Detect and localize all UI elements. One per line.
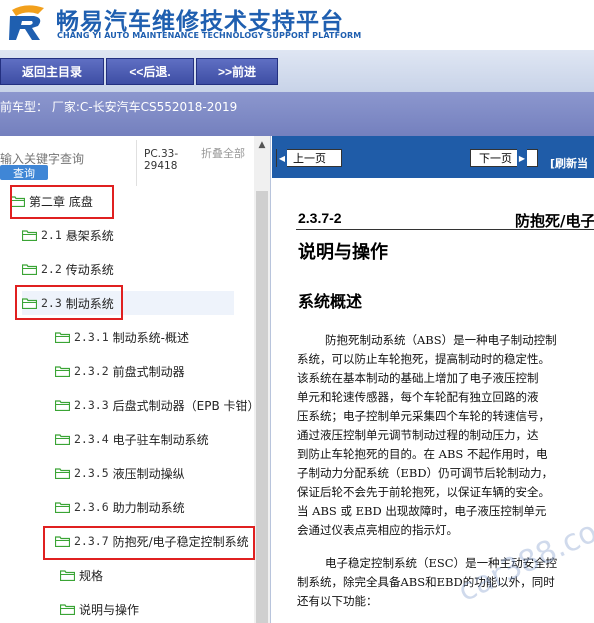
tree-item[interactable]: 2.3.5 液压制动操纵 — [55, 461, 185, 485]
tree-item-label: 规格 — [79, 568, 104, 583]
folder-icon — [22, 264, 37, 275]
right-panel: ◀ 上一页 下一页 ▶ [刷新当 2.3.7-2 防抱死/电子 说明与操作 系统… — [272, 136, 594, 623]
header-rule — [296, 229, 594, 230]
toolbar: 返回主目录 <<后退. >>前进 — [0, 50, 594, 92]
tree-item-label: 传动系统 — [65, 262, 114, 277]
tree-item[interactable]: 2.3.4 电子驻车制动系统 — [55, 427, 209, 451]
tree-item-number: 2.3.4 — [74, 432, 109, 446]
tree-item-number: 2.3 — [41, 296, 62, 310]
tree-item[interactable]: 2.3 制动系统 — [22, 291, 234, 315]
paragraph-line: 系统，可以防止车轮抱死，提高制动时的稳定性。 — [297, 352, 550, 366]
tree-scrollbar[interactable]: ▲ — [254, 136, 270, 623]
tree-item[interactable]: 2.3.6 助力制动系统 — [55, 495, 185, 519]
tree-item-label: 制动系统-概述 — [112, 330, 189, 345]
tree-item[interactable]: 2.3.1 制动系统-概述 — [55, 325, 189, 349]
paragraph-line: 当 ABS 或 EBD 出现故障时，电子液压控制单元 — [297, 504, 547, 518]
doc-heading: 说明与操作 — [298, 242, 388, 263]
tree-item-label: 前盘式制动器 — [112, 364, 185, 379]
tree-item[interactable]: 2.1 悬架系统 — [22, 223, 114, 247]
prev-page-button[interactable]: ◀ 上一页 — [276, 149, 342, 167]
paragraph-line: 电子稳定控制系统（ESC）是一种主动安全控 — [325, 556, 558, 570]
tree-item-number: 2.2 — [41, 262, 62, 276]
tree-item[interactable]: 2.2 传动系统 — [22, 257, 114, 281]
tree-item[interactable]: 第二章 底盘 — [10, 189, 93, 213]
folder-icon — [60, 570, 75, 581]
divider — [136, 140, 137, 186]
paragraph-line: 到防止车轮抱死的目的。在 ABS 不起作用时，电 — [297, 447, 548, 461]
paragraph-line: 通过液压控制单元调节制动过程的制动压力，达 — [297, 428, 539, 442]
fold-all-link[interactable]: 折叠全部 — [201, 148, 247, 160]
tree-item-label: 制动系统 — [65, 296, 114, 311]
forward-button[interactable]: >>前进 — [196, 58, 278, 85]
folder-icon — [55, 332, 70, 343]
arrow-right-icon: ▶ — [517, 149, 527, 167]
folder-icon — [55, 536, 70, 547]
left-panel: 查询 PC.33-29418 折叠全部 ▲ 第二章 底盘 2.1悬架系统 2.2传动… — [0, 136, 271, 623]
tree-item-number: 2.3.6 — [74, 500, 109, 514]
folder-icon — [55, 502, 70, 513]
paragraph-line: 保证后轮不会先于前轮抱死，以保证车辆的安全。 — [297, 485, 550, 499]
folder-icon — [10, 196, 25, 207]
next-page-button[interactable]: 下一页 ▶ — [470, 149, 538, 167]
paragraph-line: 单元和轮速传感器，每个车轮配有独立回路的液 — [297, 390, 539, 404]
paragraph-line: 会通过仪表点亮相应的指示灯。 — [297, 523, 458, 537]
tree-item[interactable]: 说明与操作 — [60, 597, 139, 621]
tree-item-label: 第二章 底盘 — [29, 194, 93, 209]
tree-item-number: 2.3.2 — [74, 364, 109, 378]
main-menu-button[interactable]: 返回主目录 — [0, 58, 104, 85]
tree-item-label: 液压制动操纵 — [112, 466, 185, 481]
arrow-left-icon: ◀ — [277, 149, 287, 167]
paragraph-line: 还有以下功能： — [297, 594, 378, 608]
tree-item-label: 悬架系统 — [65, 228, 114, 243]
tree-item-number: 2.3.7 — [74, 534, 109, 548]
app-subtitle: CHANG YI AUTO MAINTENANCE TECHNOLOGY SUP… — [57, 31, 362, 40]
vehicle-bar: 前车型： 厂家:C-长安汽车CS552018-2019 — [0, 92, 594, 136]
folder-icon — [22, 230, 37, 241]
folder-icon — [55, 434, 70, 445]
tree-item[interactable]: 2.3.2 前盘式制动器 — [55, 359, 185, 383]
folder-icon — [55, 366, 70, 377]
tree-item-label: 说明与操作 — [79, 602, 140, 617]
folder-icon — [22, 298, 37, 309]
paragraph-line: 子制动力分配系统（EBD）仍可调节后轮制动力， — [297, 466, 554, 480]
document-view: 2.3.7-2 防抱死/电子 说明与操作 系统概述 防抱死制动系统（ABS）是一… — [272, 178, 594, 623]
tree-item-label: 助力制动系统 — [112, 500, 185, 515]
tree-item-number: 2.3.3 — [74, 398, 109, 412]
vehicle-label: 前车型： 厂家:C-长安汽车CS552018-2019 — [0, 100, 238, 114]
tree-item[interactable]: 2.3.3 后盘式制动器（EPB 卡钳） — [55, 393, 260, 417]
section-title: 防抱死/电子 — [515, 212, 594, 230]
next-page-label: 下一页 — [479, 152, 512, 165]
paragraph-line: 压系统；电子控制单元采集四个车轮的转速信号， — [297, 409, 550, 423]
folder-icon — [55, 468, 70, 479]
prev-page-label: 上一页 — [293, 152, 326, 165]
refresh-link[interactable]: [刷新当 — [550, 155, 588, 171]
tree-item-label: 后盘式制动器（EPB 卡钳） — [112, 398, 260, 413]
pc-code: PC.33-29418 — [144, 148, 179, 172]
tree-item-label: 防抱死/电子稳定控制系统 — [112, 534, 249, 549]
paragraph-line: 该系统在基本制动的基础上增加了电子液压控制 — [297, 371, 539, 385]
tree-item-label: 电子驻车制动系统 — [112, 432, 209, 447]
search-button[interactable]: 查询 — [0, 165, 48, 180]
tree-item-number: 2.3.5 — [74, 466, 109, 480]
scroll-up-icon[interactable]: ▲ — [254, 138, 270, 152]
section-number: 2.3.7-2 — [298, 210, 342, 226]
paragraph-line: 防抱死制动系统（ABS）是一种电子制动控制 — [325, 333, 557, 347]
tree-item-number: 2.3.1 — [74, 330, 109, 344]
tree-item[interactable]: 规格 — [60, 563, 103, 587]
folder-icon — [60, 604, 75, 615]
back-button[interactable]: <<后退. — [106, 58, 194, 85]
brand-logo-icon — [9, 5, 44, 40]
paragraph-line: 制系统，除完全具备ABS和EBD的功能以外，同时 — [297, 575, 555, 589]
tree-item[interactable]: 2.3.7 防抱死/电子稳定控制系统 — [55, 529, 249, 553]
folder-icon — [55, 400, 70, 411]
doc-subheading: 系统概述 — [298, 292, 363, 311]
viewer-nav: ◀ 上一页 下一页 ▶ [刷新当 — [272, 136, 594, 178]
tree-item-number: 2.1 — [41, 228, 62, 242]
app-header: 畅易汽车维修技术支持平台 CHANG YI AUTO MAINTENANCE T… — [0, 0, 594, 50]
